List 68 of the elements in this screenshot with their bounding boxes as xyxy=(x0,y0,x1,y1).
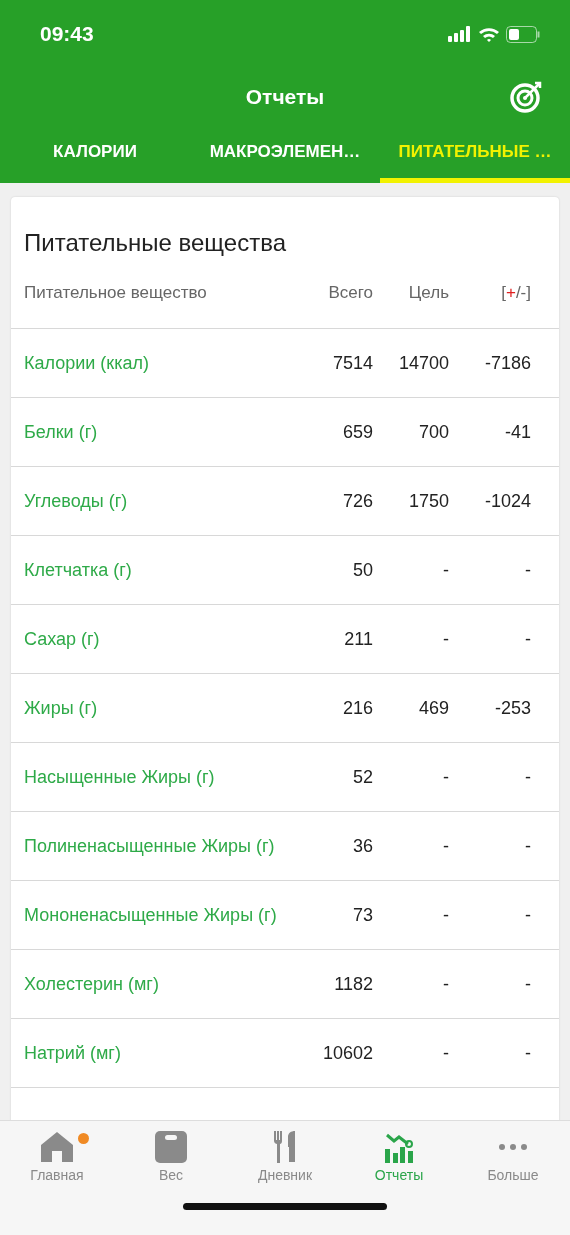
difference-cell-text: - xyxy=(524,628,531,650)
home-icon xyxy=(40,1131,74,1163)
nutrient-name[interactable]: Сахар (г) xyxy=(24,628,283,650)
screen-title: Отчеты xyxy=(245,85,325,109)
target-icon[interactable] xyxy=(509,80,543,114)
column-header: Всего xyxy=(327,282,373,303)
goal-cell-text: - xyxy=(442,904,449,926)
nutrient-name[interactable]: Калории (ккал) xyxy=(24,352,283,374)
status-time: 09:43 xyxy=(40,22,94,46)
wifi-icon xyxy=(478,26,500,42)
goal-cell-text: 700 xyxy=(417,421,449,443)
difference-cell-text: - xyxy=(524,973,531,995)
total-cell-text: 216 xyxy=(341,697,373,719)
fork-knife-icon xyxy=(274,1131,296,1163)
difference-cell-text: -1024 xyxy=(483,490,531,512)
more-icon xyxy=(499,1144,527,1150)
goal-cell-text: - xyxy=(442,973,449,995)
nav-item[interactable]: Главная xyxy=(0,1121,114,1183)
difference-cell-text: -253 xyxy=(493,697,531,719)
nutrient-name[interactable]: Холестерин (мг) xyxy=(24,973,283,995)
nutrient-name[interactable]: Насыщенные Жиры (г) xyxy=(24,766,283,788)
signal-icon xyxy=(448,26,472,42)
chart-icon xyxy=(384,1131,414,1163)
total-cell-text: 726 xyxy=(341,490,373,512)
goal-cell-text: 469 xyxy=(417,697,449,719)
nutrient-name[interactable]: Мононенасыщенные Жиры (г) xyxy=(24,904,283,926)
goal-cell-text: - xyxy=(442,1042,449,1064)
total-cell-text: 36 xyxy=(351,835,373,857)
tab[interactable]: МАКРОЭЛЕМЕН… xyxy=(190,126,380,183)
difference-cell-text: -41 xyxy=(504,421,531,443)
column-header: [+/-] xyxy=(500,282,531,303)
difference-cell-text: - xyxy=(524,559,531,581)
nutrient-name[interactable]: Углеводы (г) xyxy=(24,490,283,512)
nutrient-name[interactable]: Белки (г) xyxy=(24,421,283,443)
goal-cell-text: - xyxy=(442,559,449,581)
column-header: Цель xyxy=(407,282,449,303)
tab[interactable]: ПИТАТЕЛЬНЫЕ … xyxy=(380,126,570,183)
nutrient-name[interactable]: Натрий (мг) xyxy=(24,1042,283,1064)
total-cell-text: 52 xyxy=(351,766,373,788)
goal-cell-text: - xyxy=(442,835,449,857)
goal-cell-text: - xyxy=(442,766,449,788)
nutrient-name[interactable]: Жиры (г) xyxy=(24,697,283,719)
total-cell-text: 10602 xyxy=(321,1042,373,1064)
total-cell-text: 73 xyxy=(351,904,373,926)
total-cell-text: 1182 xyxy=(333,973,373,995)
difference-cell-text: - xyxy=(524,1042,531,1064)
goal-cell-text: - xyxy=(442,628,449,650)
total-cell-text: 50 xyxy=(351,559,373,581)
nav-item[interactable]: Больше xyxy=(456,1121,570,1183)
nav-item[interactable]: Дневник xyxy=(228,1121,342,1183)
difference-cell-text: - xyxy=(524,835,531,857)
battery-icon xyxy=(506,25,540,43)
column-header: Питательное вещество xyxy=(24,282,208,303)
difference-cell-text: - xyxy=(524,904,531,926)
difference-cell-text: -7186 xyxy=(483,352,531,374)
tab[interactable]: КАЛОРИИ xyxy=(0,126,190,183)
scale-icon xyxy=(155,1131,187,1163)
goal-cell-text: 14700 xyxy=(397,352,449,374)
nutrient-name[interactable]: Клетчатка (г) xyxy=(24,559,283,581)
nutrient-name[interactable]: Полиненасыщенные Жиры (г) xyxy=(24,835,283,857)
total-cell-text: 659 xyxy=(341,421,373,443)
card-title: Питательные вещества xyxy=(23,228,287,257)
nav-item[interactable]: Отчеты xyxy=(342,1121,456,1183)
nav-item[interactable]: Вес xyxy=(114,1121,228,1183)
difference-cell-text: - xyxy=(524,766,531,788)
goal-cell-text: 1750 xyxy=(407,490,449,512)
total-cell-text: 7514 xyxy=(331,352,373,374)
total-cell-text: 211 xyxy=(343,628,373,650)
